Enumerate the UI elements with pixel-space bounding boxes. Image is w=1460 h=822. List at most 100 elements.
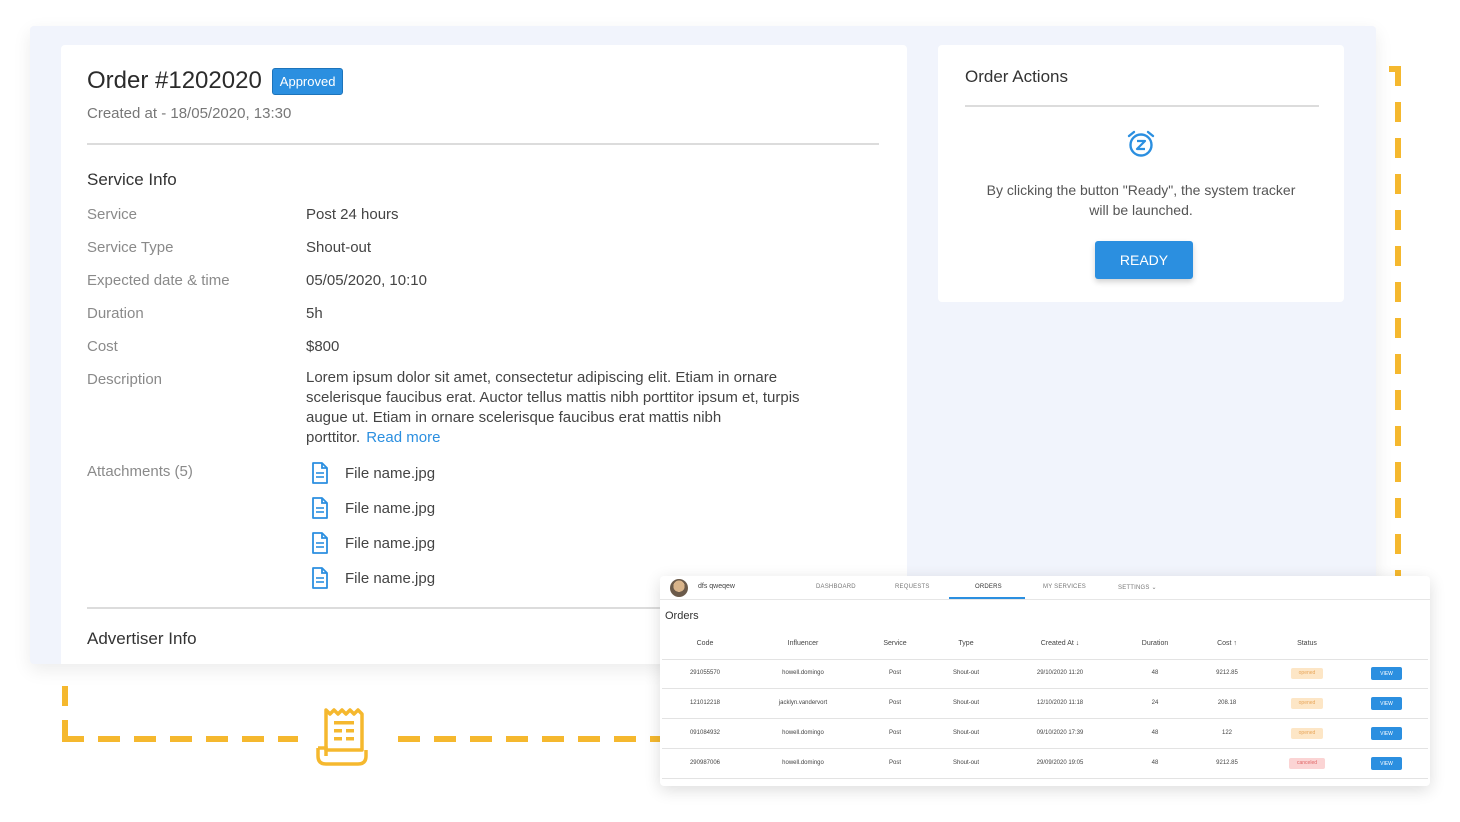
nav-dashboard[interactable]: DASHBOARD [816,584,856,590]
divider [662,688,1428,689]
status-badge: canceled [1289,758,1325,769]
document-icon [312,462,328,484]
cell-duration: 48 [1151,670,1159,676]
active-tab-indicator [949,597,1025,599]
connector-line-bottom-mid [398,736,660,742]
connector-line-bottom-left [62,736,298,742]
cell-duration: 48 [1151,760,1159,766]
attachment-name: File name.jpg [345,569,436,587]
order-actions-text: By clicking the button "Ready", the syst… [986,182,1296,218]
expected-date-label: Expected date & time [87,272,230,289]
col-influencer[interactable]: Influencer [768,640,838,647]
read-more-link[interactable]: Read more [366,429,440,446]
divider [662,659,1428,660]
divider [87,143,879,145]
col-code[interactable]: Code [685,640,725,647]
cell-service: Post [888,670,901,676]
col-service[interactable]: Service [870,640,920,647]
duration-label: Duration [87,305,144,322]
divider [662,778,1428,779]
cell-cost: 9212.85 [1216,670,1238,676]
divider [662,748,1428,749]
document-icon [312,532,328,554]
status-badge: opened [1291,728,1323,739]
cost-value: $800 [306,338,340,355]
cell-influencer: howell.domingo [782,730,824,736]
expected-date-value: 05/05/2020, 10:10 [306,272,427,289]
cell-influencer: howell.domingo [782,670,824,676]
cell-influencer: jacklyn.vandervort [778,700,828,706]
orders-title: Orders [665,610,699,622]
cell-type: Shout-out [952,700,980,706]
attachment-name: File name.jpg [345,534,436,552]
col-type[interactable]: Type [941,640,991,647]
document-icon [312,497,328,519]
order-card: Order #1202020 Approved Created at - 18/… [61,45,907,664]
divider [662,718,1428,719]
cell-service: Post [888,730,901,736]
order-details-window: Order #1202020 Approved Created at - 18/… [30,26,1376,664]
view-button[interactable]: VIEW [1371,727,1402,740]
cell-type: Shout-out [952,670,980,676]
order-actions-title: Order Actions [965,67,1068,86]
user-name: dfs qweqew [698,583,735,590]
ready-button[interactable]: READY [1095,241,1193,279]
created-at: Created at - 18/05/2020, 13:30 [87,105,292,122]
cell-influencer: howell.domingo [782,760,824,766]
divider [965,105,1319,107]
cell-service: Post [888,760,901,766]
service-label: Service [87,206,138,223]
view-button[interactable]: VIEW [1371,667,1402,680]
cell-created-at: 09/10/2020 17:39 [1036,730,1084,736]
service-type-value: Shout-out [306,239,372,256]
cell-code: 291055570 [689,670,721,676]
service-type-label: Service Type [87,239,174,256]
cell-service: Post [888,700,901,706]
col-status[interactable]: Status [1282,640,1332,647]
cell-cost: 208.18 [1217,700,1237,706]
cost-label: Cost [87,338,118,355]
attachment-item[interactable]: File name.jpg [311,462,435,484]
status-badge: opened [1291,668,1323,679]
cell-cost: 122 [1221,730,1232,736]
status-badge: opened [1291,698,1323,709]
order-actions-card: Order Actions By clicking the button "Re… [938,45,1344,302]
order-title: Order #1202020 [87,67,262,94]
attachments-label: Attachments (5) [87,463,193,480]
order-header: Order #1202020 Approved [87,67,344,95]
cell-code: 121012218 [689,700,721,706]
cell-created-at: 29/10/2020 11:20 [1036,670,1084,676]
alarm-clock-icon [1127,130,1155,157]
cell-duration: 24 [1151,700,1159,706]
service-info-title: Service Info [87,170,177,189]
nav-requests[interactable]: REQUESTS [895,584,930,590]
description-label: Description [87,371,163,388]
nav-my-services[interactable]: MY SERVICES [1043,584,1086,590]
connector-line-right [1395,66,1401,586]
attachment-item[interactable]: File name.jpg [311,567,435,589]
cell-type: Shout-out [952,730,980,736]
attachment-name: File name.jpg [345,499,436,517]
description-text: Lorem ipsum dolor sit amet, consectetur … [306,368,816,448]
view-button[interactable]: VIEW [1371,757,1402,770]
attachment-name: File name.jpg [345,464,436,482]
receipt-icon [316,708,368,766]
service-value: Post 24 hours [306,206,399,223]
col-cost[interactable]: Cost ↑ [1202,640,1252,647]
status-badge: Approved [271,67,344,95]
col-duration[interactable]: Duration [1130,640,1180,647]
nav-settings[interactable]: SETTINGS ⌄ [1118,584,1157,591]
cell-created-at: 12/10/2020 11:18 [1036,700,1084,706]
cell-cost: 9212.85 [1216,760,1238,766]
connector-line-left [62,686,68,742]
cell-code: 290987006 [689,760,721,766]
cell-duration: 48 [1151,730,1159,736]
attachment-item[interactable]: File name.jpg [311,532,435,554]
cell-type: Shout-out [952,760,980,766]
col-created-at[interactable]: Created At ↓ [1025,640,1095,647]
cell-created-at: 29/09/2020 19:05 [1036,760,1084,766]
view-button[interactable]: VIEW [1371,697,1402,710]
nav-orders[interactable]: ORDERS [975,584,1002,590]
avatar[interactable] [670,579,688,597]
attachment-item[interactable]: File name.jpg [311,497,435,519]
